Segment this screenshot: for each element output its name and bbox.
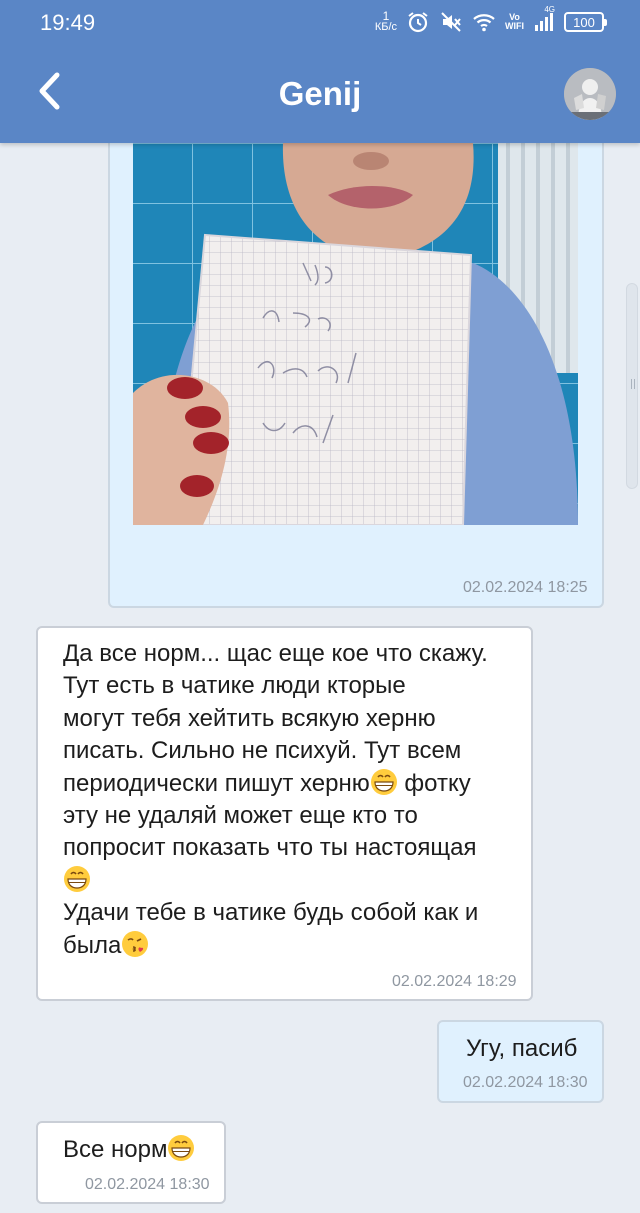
message-line: Тут есть в чатике люди кторые xyxy=(63,672,406,700)
message-timestamp: 02.02.2024 18:25 xyxy=(463,579,588,596)
chat-header: Genij xyxy=(0,44,640,143)
message-line: эту не удаляй может еще кто то xyxy=(63,802,418,830)
status-time: 19:49 xyxy=(40,10,96,35)
avatar[interactable] xyxy=(564,68,616,120)
grinning-emoji-icon xyxy=(63,865,91,893)
signal-icon: 4G xyxy=(533,5,555,33)
message-line: Да все норм... щас еще кое что скажу. xyxy=(63,640,488,667)
net-speed-unit: КБ/с xyxy=(374,21,397,33)
grinning-emoji-icon xyxy=(370,768,398,796)
message-line: была xyxy=(63,930,523,962)
kissing-emoji-icon xyxy=(121,930,149,958)
message-line: периодически пишут херню фотку xyxy=(63,768,523,800)
message-line: могут тебя хейтить всякую херню xyxy=(63,704,436,732)
avatar-statue-image xyxy=(564,68,616,120)
battery-icon: 100 xyxy=(564,12,607,32)
signal-label: 4G xyxy=(544,5,555,14)
status-icons: 1 КБ/с Vo WIFI 4G 100 xyxy=(374,5,607,36)
chat-title[interactable]: Genij xyxy=(0,75,640,113)
selfie-photo xyxy=(133,143,578,525)
message-timestamp: 02.02.2024 18:29 xyxy=(392,973,517,990)
message-line-part: периодически пишут херню xyxy=(63,769,370,797)
alarm-icon xyxy=(406,10,430,34)
message-line-part: фотку xyxy=(397,769,471,797)
message-photo[interactable] xyxy=(133,143,578,525)
message-line: писать. Сильно не психуй. Тут всем xyxy=(63,737,462,765)
message-text: Все норм xyxy=(63,1134,195,1166)
message-line-part: была xyxy=(63,931,122,959)
net-speed: 1 КБ/с xyxy=(374,10,397,33)
message-text: Да все норм... щас еще кое что скажу. Ту… xyxy=(63,638,523,962)
top-bar: 19:49 1 КБ/с Vo WIFI 4G 100 Genij xyxy=(0,0,640,143)
message-text: Угу, пасиб xyxy=(466,1035,578,1062)
status-bar: 19:49 1 КБ/с Vo WIFI 4G 100 xyxy=(0,0,640,44)
mute-icon xyxy=(439,10,463,34)
message-line xyxy=(63,865,523,897)
vowifi-icon: Vo WIFI xyxy=(505,13,524,31)
wifi-icon xyxy=(472,10,496,34)
message-timestamp: 02.02.2024 18:30 xyxy=(463,1074,588,1091)
message-text-part: Все норм xyxy=(63,1136,168,1163)
message-line: Удачи тебе в чатике будь собой как и xyxy=(63,899,479,927)
message-line: попросит показать что ты настоящая xyxy=(63,834,477,862)
grinning-emoji-icon xyxy=(167,1134,195,1162)
vowifi-bottom-label: WIFI xyxy=(505,21,524,31)
incoming-message-bubble[interactable]: Да все норм... щас еще кое что скажу. Ту… xyxy=(36,626,533,1001)
scrollbar-handle[interactable] xyxy=(626,283,638,489)
battery-level: 100 xyxy=(573,14,595,30)
message-timestamp: 02.02.2024 18:30 xyxy=(85,1176,210,1193)
